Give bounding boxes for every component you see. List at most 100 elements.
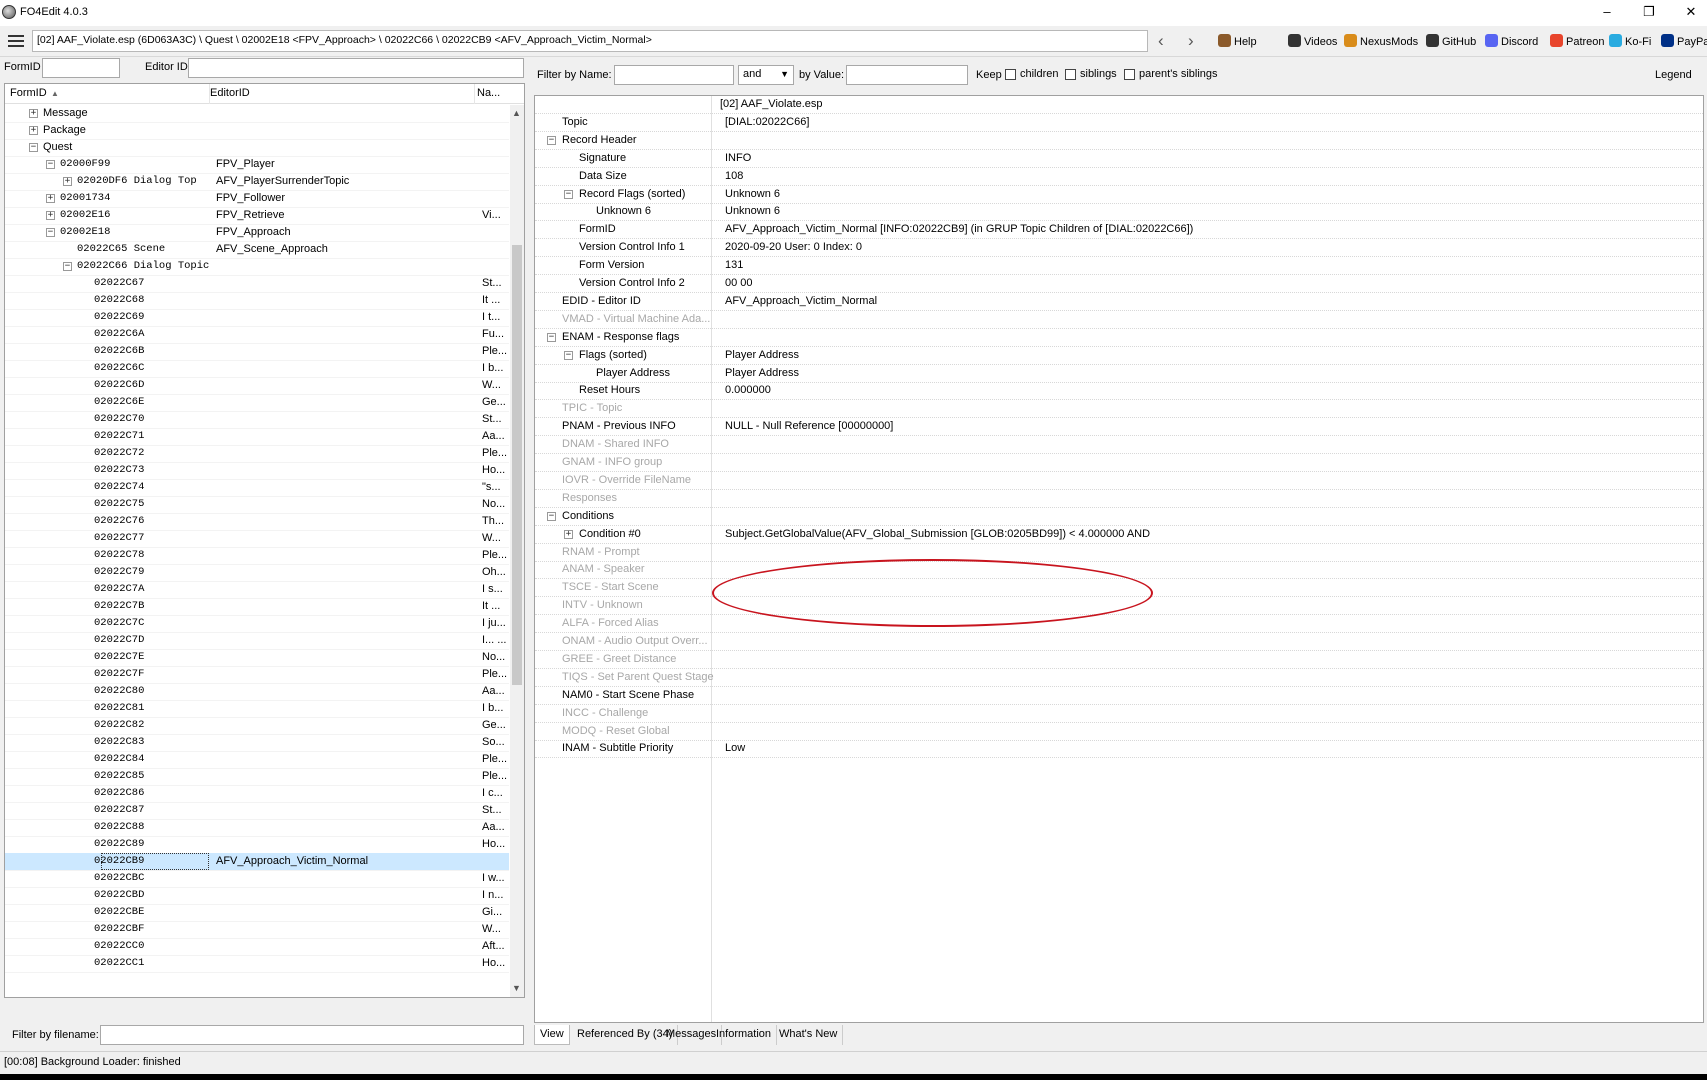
field-row[interactable]: Signature INFO xyxy=(535,150,1703,168)
field-row[interactable]: Unknown 6 Unknown 6 xyxy=(535,203,1703,222)
tree-row[interactable]: 02022C80 Aa... xyxy=(5,683,509,701)
tree-row[interactable]: 02022C85 Ple... xyxy=(5,768,509,786)
field-row[interactable]: TPIC - Topic xyxy=(535,400,1703,419)
tree-row[interactable]: −02002E18 FPV_Approach xyxy=(5,224,509,242)
expand-icon[interactable]: + xyxy=(29,109,38,118)
tree-row[interactable]: 02022C7B It ... xyxy=(5,598,509,616)
parents-siblings-checkbox[interactable] xyxy=(1124,69,1135,80)
tree-row[interactable]: −02000F99 FPV_Player xyxy=(5,156,509,174)
tree-row[interactable]: 02022CBF W... xyxy=(5,921,509,939)
field-row[interactable]: IOVR - Override FileName xyxy=(535,472,1703,490)
field-row[interactable]: Form Version 131 xyxy=(535,257,1703,276)
tree-row[interactable]: 02022C7C I ju... xyxy=(5,615,509,633)
toolbar-link-nexusmods[interactable]: NexusMods xyxy=(1344,34,1418,48)
tree-row[interactable]: 02022C83 So... xyxy=(5,734,509,752)
field-row[interactable]: GREE - Greet Distance xyxy=(535,651,1703,669)
field-row[interactable]: ONAM - Audio Output Overr... xyxy=(535,633,1703,651)
tree-row[interactable]: + Message xyxy=(5,105,509,123)
filter-by-filename-input[interactable] xyxy=(100,1025,524,1045)
field-row[interactable]: Version Control Info 2 00 00 xyxy=(535,275,1703,293)
tree-row[interactable]: 02022C7F Ple... xyxy=(5,666,509,684)
logic-select[interactable]: and ▼ xyxy=(738,65,794,85)
tree-row[interactable]: 02022C74 "s... xyxy=(5,479,509,497)
field-row[interactable]: RNAM - Prompt xyxy=(535,544,1703,562)
restore-button[interactable]: ❐ xyxy=(1634,3,1664,21)
field-row[interactable]: NAM0 - Start Scene Phase xyxy=(535,687,1703,705)
toolbar-link-videos[interactable]: Videos xyxy=(1288,34,1337,48)
tree-row-selected[interactable]: 02022CB9 AFV_Approach_Victim_Normal xyxy=(5,853,509,871)
tree-row[interactable]: −02022C66 Dialog Topic xyxy=(5,258,509,276)
tree-row[interactable]: 02022C78 Ple... xyxy=(5,547,509,565)
tree-row[interactable]: 02022C81 I b... xyxy=(5,700,509,718)
tree-row[interactable]: 02022C79 Oh... xyxy=(5,564,509,582)
field-row[interactable]: VMAD - Virtual Machine Ada... xyxy=(535,311,1703,329)
tab-information[interactable]: Information xyxy=(711,1025,778,1045)
tab-what-s-new[interactable]: What's New xyxy=(774,1025,844,1045)
tree-row[interactable]: 02022CBD I n... xyxy=(5,887,509,905)
field-row[interactable]: ALFA - Forced Alias xyxy=(535,615,1703,634)
column-separator[interactable] xyxy=(474,84,475,104)
minimize-button[interactable]: – xyxy=(1592,3,1622,21)
collapse-icon[interactable]: − xyxy=(547,511,556,521)
field-row[interactable]: EDID - Editor ID AFV_Approach_Victim_Norm… xyxy=(535,293,1703,311)
tree-row[interactable]: 02022C65 Scene AFV_Scene_Approach xyxy=(5,241,509,259)
forward-arrow-icon[interactable]: › xyxy=(1188,31,1194,51)
tree-row[interactable]: 02022C7E No... xyxy=(5,649,509,667)
field-row[interactable]: − Conditions xyxy=(535,508,1703,526)
field-row[interactable]: DNAM - Shared INFO xyxy=(535,436,1703,455)
record-path-field[interactable]: [02] AAF_Violate.esp (6D063A3C) \ Quest … xyxy=(32,30,1148,52)
tree-row[interactable]: 02022C82 Ge... xyxy=(5,717,509,735)
collapse-icon[interactable]: − xyxy=(46,160,55,169)
collapse-icon[interactable]: − xyxy=(63,262,72,271)
tree-row[interactable]: 02022C68 It ... xyxy=(5,292,509,310)
toolbar-link-github[interactable]: GitHub xyxy=(1426,34,1476,48)
tree-row[interactable]: − Quest xyxy=(5,139,509,157)
field-row[interactable]: Data Size 108 xyxy=(535,168,1703,186)
column-name[interactable]: Na... xyxy=(477,87,500,99)
field-row[interactable]: Topic [DIAL:02022C66] xyxy=(535,114,1703,132)
collapse-icon[interactable]: − xyxy=(29,143,38,152)
scrollbar-thumb[interactable] xyxy=(512,245,522,685)
tree-row[interactable]: 02022CBE Gi... xyxy=(5,904,509,922)
collapse-icon[interactable]: − xyxy=(46,228,55,237)
field-row[interactable]: GNAM - INFO group xyxy=(535,454,1703,472)
tree-row[interactable]: 02022CBC I w... xyxy=(5,870,509,888)
tree-row[interactable]: 02022C75 No... xyxy=(5,496,509,514)
tree-row[interactable]: 02022C7D I... ... xyxy=(5,632,509,650)
toolbar-link-discord[interactable]: Discord xyxy=(1485,34,1538,48)
field-row[interactable]: TIQS - Set Parent Quest Stage xyxy=(535,669,1703,687)
tree-row[interactable]: 02022C6C I b... xyxy=(5,360,509,378)
tree-row[interactable]: 02022C69 I t... xyxy=(5,309,509,327)
toolbar-link-paypal[interactable]: PayPal xyxy=(1661,34,1707,48)
tree-row[interactable]: 02022C6B Ple... xyxy=(5,343,509,361)
tree-row[interactable]: 02022CC0 Aft... xyxy=(5,938,509,956)
tree-row[interactable]: 02022C89 Ho... xyxy=(5,836,509,854)
field-row[interactable]: Reset Hours 0.000000 xyxy=(535,382,1703,401)
field-row[interactable]: INAM - Subtitle Priority Low xyxy=(535,740,1703,759)
tree-row[interactable]: 02022C76 Th... xyxy=(5,513,509,531)
formid-search-input[interactable] xyxy=(42,58,120,78)
field-row[interactable]: + Condition #0 Subject.GetGlobalValue(AFV_… xyxy=(535,526,1703,544)
field-row[interactable]: − Record Flags (sorted) Unknown 6 xyxy=(535,186,1703,204)
expand-icon[interactable]: + xyxy=(29,126,38,135)
field-row[interactable]: FormID AFV_Approach_Victim_Normal [INFO:0… xyxy=(535,221,1703,240)
tree-row[interactable]: 02022C6D W... xyxy=(5,377,509,395)
expand-icon[interactable]: + xyxy=(564,529,573,539)
tree-row[interactable]: 02022C86 I c... xyxy=(5,785,509,803)
tree-row[interactable]: 02022C71 Aa... xyxy=(5,428,509,446)
field-row[interactable]: − ENAM - Response flags xyxy=(535,329,1703,347)
tree-row[interactable]: 02022C6E Ge... xyxy=(5,394,509,412)
field-row[interactable]: Version Control Info 1 2020-09-20 User: 0… xyxy=(535,239,1703,258)
field-row[interactable]: INCC - Challenge xyxy=(535,705,1703,723)
tree-row[interactable]: 02022C77 W... xyxy=(5,530,509,548)
collapse-icon[interactable]: − xyxy=(564,350,573,360)
column-editorid[interactable]: EditorID xyxy=(210,87,250,99)
toolbar-link-patreon[interactable]: Patreon xyxy=(1550,34,1605,48)
tree-row[interactable]: +02001734 FPV_Follower xyxy=(5,190,509,208)
expand-icon[interactable]: + xyxy=(46,194,55,203)
tree-row[interactable]: 02022C84 Ple... xyxy=(5,751,509,769)
scroll-up-icon[interactable]: ▲ xyxy=(512,108,521,118)
filter-name-input[interactable] xyxy=(614,65,734,85)
tree-row[interactable]: +02002E16 FPV_Retrieve Vi... xyxy=(5,207,509,225)
tab-view[interactable]: View xyxy=(534,1025,570,1045)
